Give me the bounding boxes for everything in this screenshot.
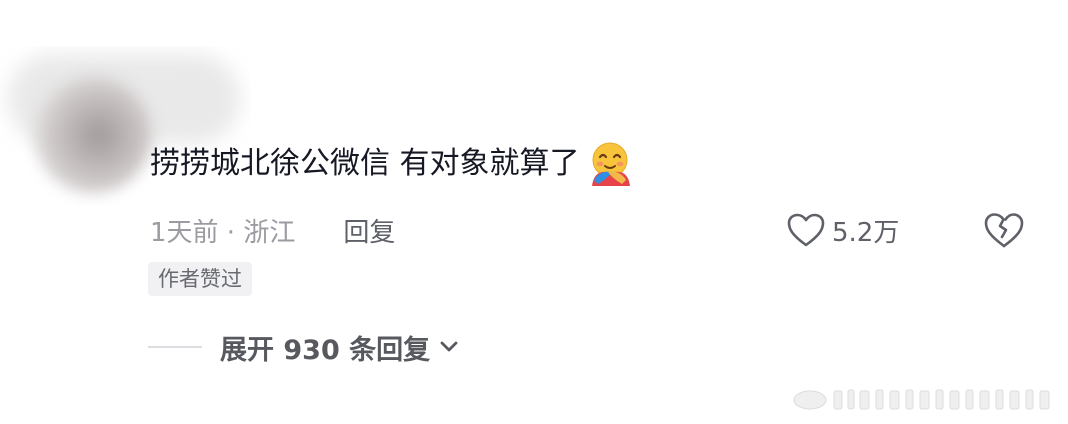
author-liked-badge: 作者赞过 (148, 262, 252, 296)
comment-screenshot: 捞捞城北徐公微信 有对象就算了 1天前 · 浙江 回复 5.2万 作者赞过 展开… (0, 0, 1068, 424)
like-count: 5.2万 (832, 217, 900, 248)
hugging-face-emoji-icon (586, 140, 634, 188)
comment-time-location: 1天前 · 浙江 (150, 217, 296, 248)
expand-replies-label[interactable]: 展开 930 条回复 (220, 328, 430, 367)
like-button[interactable]: 5.2万 (786, 208, 899, 252)
comment-meta: 1天前 · 浙江 回复 (150, 208, 395, 252)
expand-replies-button[interactable]: 展开 930 条回复 (148, 325, 460, 369)
expand-divider (148, 346, 202, 348)
reply-button[interactable]: 回复 (343, 212, 395, 249)
watermark (790, 386, 1060, 412)
comment-body: 捞捞城北徐公微信 有对象就算了 (150, 140, 634, 188)
comment-text: 捞捞城北徐公微信 有对象就算了 (150, 146, 580, 181)
broken-heart-icon[interactable] (982, 211, 1026, 249)
heart-outline-icon[interactable] (786, 212, 826, 248)
chevron-down-icon[interactable] (438, 339, 460, 355)
dislike-button[interactable] (982, 208, 1026, 252)
blurred-avatar[interactable] (34, 76, 152, 194)
